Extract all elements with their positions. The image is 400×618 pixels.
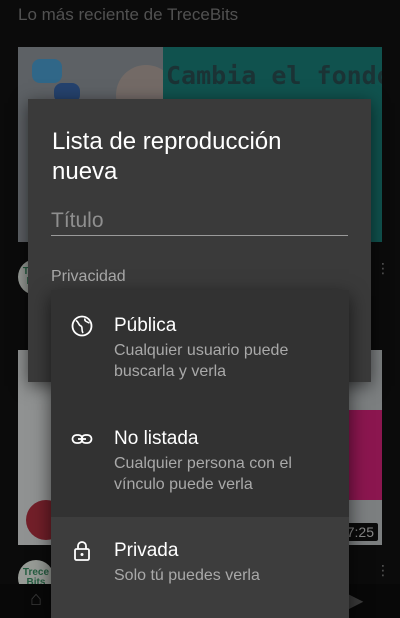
link-icon — [71, 434, 93, 444]
privacy-option-private[interactable]: Privada Solo tú puedes verla — [51, 517, 349, 618]
globe-icon — [71, 315, 93, 337]
option-title: Pública — [114, 315, 177, 336]
privacy-option-public[interactable]: Pública Cualquier usuario puede buscarla… — [51, 290, 349, 403]
option-description: Cualquier persona con el vínculo puede v… — [114, 455, 292, 493]
option-title: No listada — [114, 428, 199, 449]
privacy-dropdown-menu: Pública Cualquier usuario puede buscarla… — [51, 290, 349, 618]
option-description: Solo tú puedes verla — [114, 567, 260, 584]
lock-icon — [74, 541, 90, 561]
option-title: Privada — [114, 540, 179, 561]
privacy-label: Privacidad — [51, 268, 126, 285]
playlist-title-input[interactable] — [51, 207, 348, 236]
privacy-option-unlisted[interactable]: No listada Cualquier persona con el vínc… — [51, 403, 349, 516]
option-description: Cualquier usuario puede buscarla y verla — [114, 342, 289, 380]
dialog-title: Lista de reproducción nueva — [52, 128, 282, 185]
youtube-app: Lo más reciente de TreceBits Cambia el f… — [0, 0, 400, 618]
